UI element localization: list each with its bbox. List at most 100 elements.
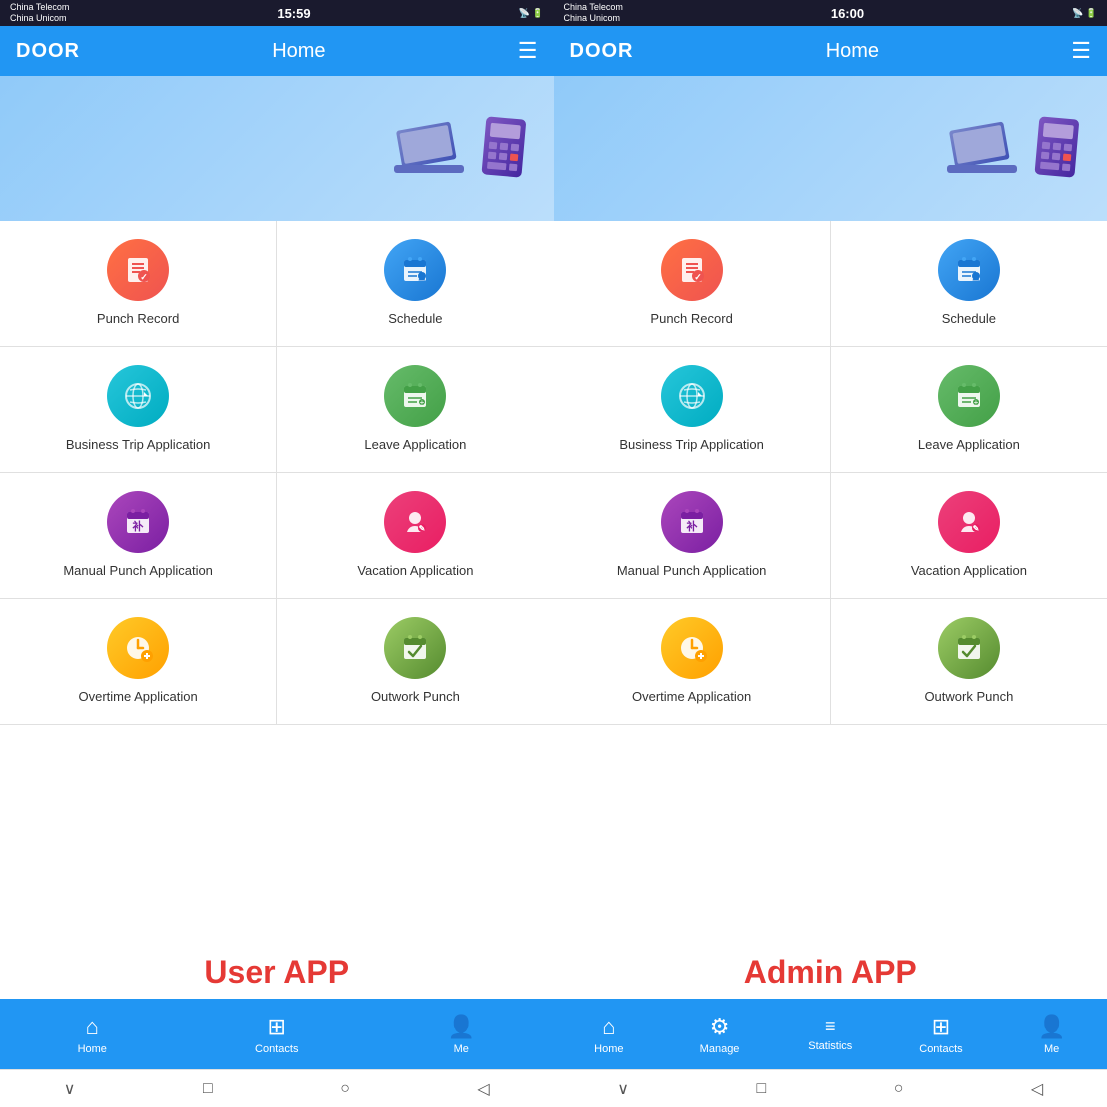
left-logo: DOOR	[16, 40, 80, 63]
left-signal: 📡 🔋	[519, 8, 544, 19]
left-nav-me[interactable]: 👤 Me	[369, 999, 554, 1069]
svg-text:✓: ✓	[694, 272, 702, 282]
svg-text:👤: 👤	[972, 272, 981, 281]
right-manual-punch[interactable]: 补 Manual Punch Application	[554, 473, 831, 598]
right-me-icon: 👤	[1038, 1014, 1065, 1040]
overtime-label: Overtime Application	[79, 689, 198, 706]
contacts-icon: ⊞	[268, 1014, 286, 1040]
laptop-icon	[394, 121, 474, 181]
right-bottom-nav: ⌂ Home ⚙ Manage ≡ Statistics ⊞ Contacts …	[554, 999, 1107, 1069]
left-nav-home[interactable]: ⌂ Home	[0, 999, 185, 1069]
right-hamburger-icon[interactable]: ☰	[1071, 38, 1091, 64]
right-back-btn[interactable]: ∨	[617, 1079, 629, 1099]
left-menu-row-4: Overtime Application Outwork Punch	[0, 599, 554, 725]
left-menu-grid: ✓ Punch Record 👤 Schedule Busine	[0, 221, 554, 946]
triangle-btn[interactable]: ◁	[477, 1079, 489, 1099]
left-business-trip[interactable]: Business Trip Application	[0, 347, 277, 472]
right-punch-record-label: Punch Record	[650, 311, 732, 328]
right-menu-row-4: Overtime Application Outwork Punch	[554, 599, 1107, 725]
right-triangle-btn[interactable]: ◁	[1031, 1079, 1043, 1099]
right-menu-row-2: Business Trip Application + Leave Applic…	[554, 347, 1107, 473]
square-btn[interactable]: □	[203, 1080, 213, 1098]
right-circle-btn[interactable]: ○	[894, 1080, 904, 1098]
left-phone: China Telecom China Unicom 15:59 📡 🔋 DOO…	[0, 0, 554, 1107]
right-manage-label: Manage	[700, 1043, 740, 1055]
right-nav-contacts[interactable]: ⊞ Contacts	[886, 999, 997, 1069]
right-overtime-label: Overtime Application	[632, 689, 751, 706]
schedule-label: Schedule	[388, 311, 442, 328]
vacation-label: Vacation Application	[357, 563, 473, 580]
me-label: Me	[454, 1043, 469, 1055]
right-schedule-icon: 👤	[938, 239, 1000, 301]
right-nav-home[interactable]: ⌂ Home	[554, 999, 665, 1069]
right-nav-statistics[interactable]: ≡ Statistics	[775, 999, 886, 1069]
circle-btn[interactable]: ○	[340, 1080, 350, 1098]
right-status-bar: China Telecom China Unicom 16:00 📡 🔋	[554, 0, 1107, 26]
right-time: 16:00	[831, 6, 864, 21]
left-banner	[0, 76, 554, 221]
outwork-punch-icon	[384, 617, 446, 679]
svg-text:👤: 👤	[418, 272, 427, 281]
left-overtime[interactable]: Overtime Application	[0, 599, 277, 724]
left-nav-contacts[interactable]: ⊞ Contacts	[185, 999, 370, 1069]
right-me-label: Me	[1044, 1043, 1059, 1055]
left-time: 15:59	[277, 6, 310, 21]
left-carrier: China Telecom China Unicom	[10, 2, 69, 24]
back-btn[interactable]: ∨	[64, 1079, 76, 1099]
right-app-title: Home	[826, 40, 879, 63]
right-manual-punch-icon: 补	[661, 491, 723, 553]
svg-text:✎: ✎	[419, 524, 426, 533]
right-home-label: Home	[594, 1043, 623, 1055]
left-menu-row-1: ✓ Punch Record 👤 Schedule	[0, 221, 554, 347]
left-menu-row-3: 补 Manual Punch Application ✎ Vacation Ap…	[0, 473, 554, 599]
punch-record-icon: ✓	[107, 239, 169, 301]
right-vacation-label: Vacation Application	[911, 563, 1027, 580]
leave-label: Leave Application	[364, 437, 466, 454]
left-vacation[interactable]: ✎ Vacation Application	[277, 473, 553, 598]
right-punch-record[interactable]: ✓ Punch Record	[554, 221, 831, 346]
right-sys-nav: ∨ □ ○ ◁	[554, 1069, 1107, 1107]
right-square-btn[interactable]: □	[757, 1080, 767, 1098]
right-statistics-label: Statistics	[808, 1040, 852, 1052]
schedule-icon: 👤	[384, 239, 446, 301]
manual-punch-label: Manual Punch Application	[63, 563, 213, 580]
left-menu-row-2: Business Trip Application + Leave Applic…	[0, 347, 554, 473]
calculator-icon	[479, 116, 534, 181]
right-business-trip-icon	[661, 365, 723, 427]
right-logo: DOOR	[570, 40, 634, 63]
home-icon: ⌂	[86, 1014, 99, 1040]
left-bottom-nav: ⌂ Home ⊞ Contacts 👤 Me	[0, 999, 554, 1069]
left-leave[interactable]: + Leave Application	[277, 347, 553, 472]
right-vacation[interactable]: ✎ Vacation Application	[831, 473, 1107, 598]
left-schedule[interactable]: 👤 Schedule	[277, 221, 553, 346]
right-signal: 📡 🔋	[1072, 8, 1097, 19]
right-laptop-icon	[947, 121, 1027, 181]
right-contacts-label: Contacts	[919, 1043, 962, 1055]
home-label: Home	[78, 1043, 107, 1055]
left-hamburger-icon[interactable]: ☰	[518, 38, 538, 64]
svg-text:+: +	[974, 398, 979, 407]
left-outwork-punch[interactable]: Outwork Punch	[277, 599, 553, 724]
right-nav-manage[interactable]: ⚙ Manage	[664, 999, 775, 1069]
right-outwork-punch[interactable]: Outwork Punch	[831, 599, 1107, 724]
left-manual-punch[interactable]: 补 Manual Punch Application	[0, 473, 277, 598]
right-phone: China Telecom China Unicom 16:00 📡 🔋 DOO…	[554, 0, 1107, 1107]
right-home-icon: ⌂	[602, 1014, 615, 1040]
right-carrier: China Telecom China Unicom	[564, 2, 623, 24]
right-app-type: Admin APP	[554, 946, 1107, 999]
left-punch-record[interactable]: ✓ Punch Record	[0, 221, 277, 346]
right-banner-icons	[947, 116, 1087, 181]
right-schedule[interactable]: 👤 Schedule	[831, 221, 1107, 346]
right-outwork-punch-label: Outwork Punch	[924, 689, 1013, 706]
right-overtime[interactable]: Overtime Application	[554, 599, 831, 724]
right-business-trip-label: Business Trip Application	[619, 437, 764, 454]
left-sys-nav: ∨ □ ○ ◁	[0, 1069, 554, 1107]
left-banner-icons	[394, 116, 534, 181]
right-business-trip[interactable]: Business Trip Application	[554, 347, 831, 472]
right-menu-row-3: 补 Manual Punch Application ✎ Vacation Ap…	[554, 473, 1107, 599]
left-app-header: DOOR Home ☰	[0, 26, 554, 76]
right-nav-me[interactable]: 👤 Me	[996, 999, 1107, 1069]
right-leave-label: Leave Application	[918, 437, 1020, 454]
right-overtime-icon	[661, 617, 723, 679]
right-leave[interactable]: + Leave Application	[831, 347, 1107, 472]
